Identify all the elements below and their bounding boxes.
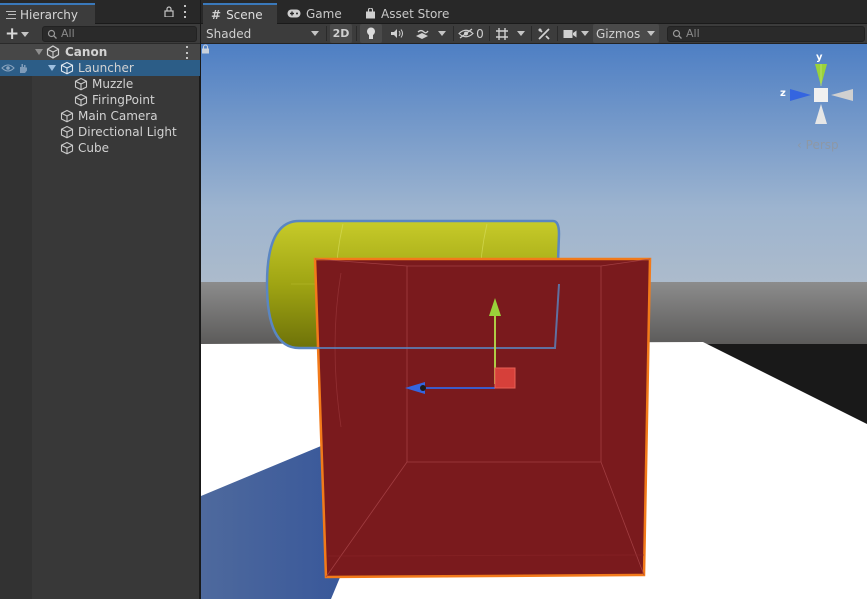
hierarchy-tree: Canon Launcher Muzzle FiringPoint Main C… bbox=[0, 44, 200, 156]
scene-search-placeholder: All bbox=[686, 27, 700, 40]
projection-label: Persp bbox=[805, 138, 839, 152]
tab-game-label: Game bbox=[306, 6, 342, 21]
tree-item-label: FiringPoint bbox=[92, 93, 155, 107]
gizmos-dropdown[interactable]: Gizmos bbox=[593, 24, 659, 43]
tab-game[interactable]: Game bbox=[279, 3, 355, 24]
hash-icon: # bbox=[211, 7, 222, 22]
gameobject-cube-icon bbox=[74, 93, 88, 107]
chevron-down-icon bbox=[581, 31, 589, 36]
hidden-count: 0 bbox=[476, 26, 484, 41]
tree-item-label: Cube bbox=[78, 141, 109, 155]
chevron-down-icon bbox=[517, 31, 525, 36]
tree-item-label: Launcher bbox=[78, 61, 134, 75]
shading-mode-dropdown[interactable]: Shaded bbox=[201, 24, 325, 43]
speaker-icon bbox=[391, 29, 403, 38]
xy-plane-handle[interactable] bbox=[494, 367, 516, 389]
plus-icon: + bbox=[5, 24, 20, 44]
scene-tab-bar: # Scene Game Asset Store bbox=[201, 0, 867, 24]
scene-panel: # Scene Game Asset Store Shaded 2D 0 Giz… bbox=[201, 0, 867, 599]
gizmos-label: Gizmos bbox=[596, 26, 641, 41]
lighting-toggle-button[interactable] bbox=[360, 24, 382, 43]
scene-viewport[interactable]: y z ‹ Persp bbox=[201, 44, 867, 599]
tools-icon bbox=[538, 27, 550, 40]
eye-slash-icon bbox=[458, 28, 474, 39]
chevron-down-icon bbox=[647, 31, 655, 36]
tree-item-main-camera[interactable]: Main Camera bbox=[0, 108, 200, 124]
lock-icon[interactable] bbox=[164, 6, 174, 17]
hierarchy-panel: Hierarchy + All Canon Launcher Muzzle Fi… bbox=[0, 0, 200, 599]
search-icon bbox=[672, 29, 682, 39]
search-icon bbox=[47, 29, 57, 39]
tab-scene[interactable]: # Scene bbox=[203, 3, 277, 24]
tree-item-muzzle[interactable]: Muzzle bbox=[0, 76, 200, 92]
bag-icon bbox=[366, 8, 375, 19]
projection-toggle[interactable]: ‹ Persp bbox=[797, 138, 839, 152]
tab-scene-label: Scene bbox=[226, 7, 263, 22]
scene-row-canon[interactable]: Canon bbox=[0, 44, 200, 60]
layers-effects-icon bbox=[416, 29, 429, 39]
hierarchy-search-placeholder: All bbox=[61, 27, 75, 40]
cube-object[interactable] bbox=[313, 257, 652, 579]
shading-mode-value: Shaded bbox=[206, 26, 252, 41]
hierarchy-toolbar: + All bbox=[0, 24, 200, 44]
scene-toolbar: Shaded 2D 0 Gizmos All bbox=[201, 24, 867, 44]
tree-item-directional-light[interactable]: Directional Light bbox=[0, 124, 200, 140]
effects-toggle-button[interactable] bbox=[412, 24, 432, 43]
tab-asset-store[interactable]: Asset Store bbox=[357, 3, 457, 24]
tree-item-cube[interactable]: Cube bbox=[0, 140, 200, 156]
gizmo-y-label: y bbox=[816, 52, 823, 63]
gameobject-cube-icon bbox=[60, 61, 74, 75]
list-icon bbox=[6, 10, 16, 19]
add-object-button[interactable]: + bbox=[5, 25, 35, 43]
scene-label: Canon bbox=[65, 45, 108, 59]
camera-settings-button[interactable] bbox=[560, 24, 580, 43]
tree-item-label: Main Camera bbox=[78, 109, 158, 123]
grid-icon bbox=[496, 27, 508, 40]
hierarchy-menu-icon[interactable] bbox=[182, 5, 188, 18]
gameobject-cube-icon bbox=[74, 77, 88, 91]
hierarchy-search-input[interactable]: All bbox=[42, 26, 197, 42]
gameobject-cube-icon bbox=[60, 109, 74, 123]
viewport-lock-icon[interactable] bbox=[201, 44, 210, 54]
gameobject-cube-icon bbox=[60, 125, 74, 139]
camera-dropdown[interactable] bbox=[578, 24, 592, 43]
pickable-hand-icon[interactable] bbox=[17, 62, 29, 74]
chevron-down-icon bbox=[21, 31, 30, 37]
tree-item-firingpoint[interactable]: FiringPoint bbox=[0, 92, 200, 108]
2d-toggle-button[interactable]: 2D bbox=[330, 24, 352, 43]
scene-search-input[interactable]: All bbox=[667, 26, 865, 42]
tree-item-launcher[interactable]: Launcher bbox=[0, 60, 200, 76]
scene-render[interactable] bbox=[201, 44, 867, 599]
tab-hierarchy-label: Hierarchy bbox=[20, 7, 79, 22]
tree-item-label: Directional Light bbox=[78, 125, 177, 139]
gameobject-cube-icon bbox=[60, 141, 74, 155]
hidden-objects-toggle[interactable]: 0 bbox=[456, 24, 486, 43]
lightbulb-icon bbox=[367, 27, 375, 39]
tab-asset-store-label: Asset Store bbox=[381, 6, 450, 21]
grid-dropdown[interactable] bbox=[514, 24, 528, 43]
scene-menu-icon[interactable] bbox=[184, 46, 190, 59]
audio-toggle-button[interactable] bbox=[386, 24, 408, 43]
grid-toggle-button[interactable] bbox=[492, 24, 512, 43]
gizmo-z-label: z bbox=[780, 88, 786, 99]
chevron-left-icon: ‹ bbox=[797, 138, 802, 152]
expand-arrow-icon[interactable] bbox=[48, 65, 56, 71]
hierarchy-tab-bar: Hierarchy bbox=[0, 0, 200, 24]
tree-item-label: Muzzle bbox=[92, 77, 134, 91]
chevron-down-icon bbox=[311, 31, 319, 36]
effects-dropdown[interactable] bbox=[434, 24, 450, 43]
unity-logo-icon bbox=[46, 45, 60, 59]
tab-hierarchy[interactable]: Hierarchy bbox=[0, 3, 95, 24]
expand-arrow-icon[interactable] bbox=[35, 49, 43, 55]
camera-icon bbox=[563, 29, 577, 38]
gamepad-icon bbox=[287, 9, 301, 18]
tools-toggle-button[interactable] bbox=[534, 24, 554, 43]
visibility-eye-icon[interactable] bbox=[1, 63, 15, 73]
chevron-down-icon bbox=[438, 31, 446, 36]
